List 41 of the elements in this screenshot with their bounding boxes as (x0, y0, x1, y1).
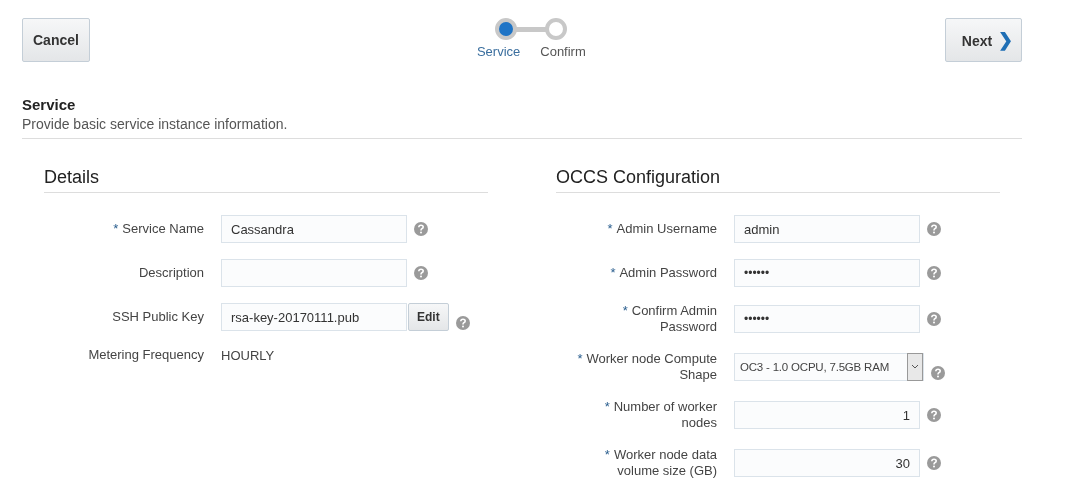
help-icon[interactable] (927, 312, 941, 326)
panel-title: Details (44, 167, 488, 193)
help-icon[interactable] (931, 366, 945, 380)
next-button[interactable]: Next ❯ (944, 18, 1022, 62)
field-label: * Worker node data volume size (GB) (603, 447, 717, 479)
input-field[interactable]: •••••• (734, 259, 920, 287)
panel-title: OCCS Configuration (556, 167, 1000, 193)
input-field[interactable]: •••••• (734, 305, 920, 333)
field-label: * Worker node Compute Shape (576, 351, 717, 383)
help-icon[interactable] (414, 222, 428, 236)
field-label: * Service Name (112, 221, 204, 237)
field-label: Metering Frequency (87, 347, 204, 363)
help-icon[interactable] (927, 266, 941, 280)
step-indicator[interactable] (495, 18, 518, 40)
input-field[interactable]: Cassandra (221, 215, 407, 243)
caret-icon (907, 353, 923, 381)
field-label: * Confirm Admin Password (621, 303, 717, 335)
input-field[interactable]: admin (734, 215, 920, 243)
section-title: Service (22, 96, 77, 113)
help-icon[interactable] (927, 222, 941, 236)
select-field[interactable]: OC3 - 1.0 OCPU, 7.5GB RAM (734, 353, 924, 381)
edit-button[interactable]: Edit (408, 303, 449, 331)
field-label: * Number of worker nodes (603, 399, 717, 431)
step-label[interactable]: Service (476, 44, 521, 59)
field-label: Description (137, 265, 204, 281)
input-field[interactable]: 30 (734, 449, 920, 477)
help-icon[interactable] (927, 456, 941, 470)
step-label[interactable]: Confirm (540, 44, 586, 59)
field-label: SSH Public Key (111, 309, 204, 325)
section-subtitle: Provide basic service instance information. (22, 116, 289, 132)
step-connector (515, 26, 548, 32)
help-icon[interactable] (455, 316, 470, 330)
help-icon[interactable] (927, 408, 941, 422)
cancel-button[interactable]: Cancel (22, 18, 90, 62)
field-label: * Admin Username (606, 221, 717, 237)
input-field[interactable] (221, 259, 407, 287)
input-field[interactable]: 1 (734, 401, 920, 429)
field-label: * Admin Password (609, 265, 717, 281)
field-value: HOURLY (221, 347, 275, 363)
help-icon[interactable] (414, 266, 428, 280)
input-field[interactable]: rsa-key-20170111.pub (221, 303, 407, 331)
